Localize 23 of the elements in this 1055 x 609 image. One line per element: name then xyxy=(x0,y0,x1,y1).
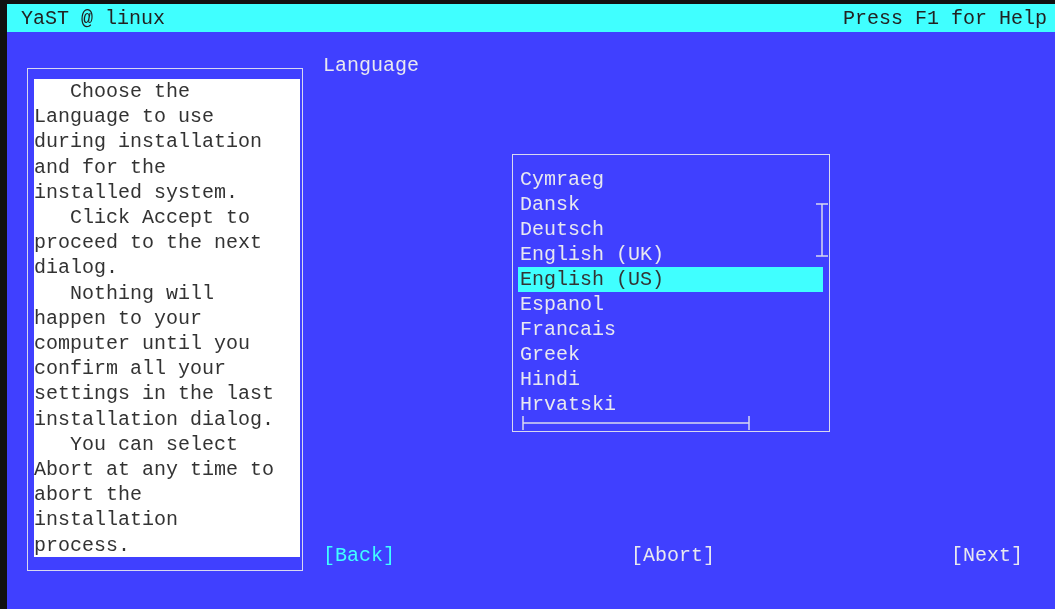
language-label: Language xyxy=(323,54,420,79)
language-item[interactable]: Hindi xyxy=(518,367,823,392)
help-paragraph: Click Accept to proceed to the next dialog. xyxy=(34,205,264,281)
language-item[interactable]: English (UK) xyxy=(518,242,823,267)
language-item[interactable]: Deutsch xyxy=(518,217,823,242)
language-item[interactable]: Greek xyxy=(518,342,823,367)
dialog-button[interactable]: [Abort] xyxy=(631,544,715,567)
language-item[interactable]: English (US) xyxy=(518,267,823,292)
help-paragraph: Nothing will happen to your computer until you confirm all your settings in the last installation dialog. xyxy=(34,280,276,432)
language-item[interactable]: Hrvatski xyxy=(518,392,823,417)
window-title: YaST @ linux xyxy=(21,6,166,30)
dialog-button[interactable]: [Back] xyxy=(323,544,395,567)
help-paragraph: You can select Abort at any time to abort the installation process. xyxy=(34,431,276,558)
help-hint: Press F1 for Help xyxy=(842,6,1047,30)
vertical-scrollbar-icon[interactable] xyxy=(815,203,829,257)
language-item[interactable]: Francais xyxy=(518,317,823,342)
language-item[interactable]: Espanol xyxy=(518,292,823,317)
dialog-button[interactable]: [Next] xyxy=(950,544,1023,567)
help-paragraph: Choose the Language to use during installation and for the installed system. xyxy=(34,79,264,205)
horizontal-scrollbar-icon[interactable] xyxy=(522,415,750,431)
language-list[interactable]: Cymraeg Dansk Deutsch English (UK) English (US) Espanol Francais Greek Hindi Hrvatski xyxy=(512,154,830,432)
language-item[interactable]: Cymraeg xyxy=(518,167,823,192)
language-item[interactable]: Dansk xyxy=(518,192,823,217)
